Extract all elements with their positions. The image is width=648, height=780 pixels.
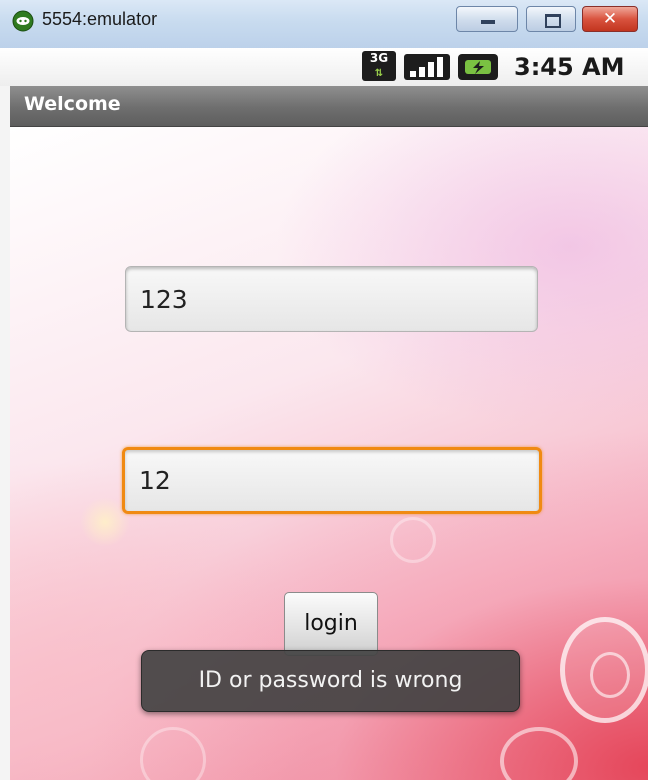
emulator-window-titlebar: 5554:emulator ✕ [0,0,648,49]
android-status-bar: 3G ⇅ 3:45 AM [0,48,648,86]
status-time: 3:45 AM [514,53,625,81]
app-title-bar: Welcome [10,86,648,127]
minimize-button[interactable] [456,6,518,32]
password-input[interactable] [122,447,542,514]
signal-strength-icon [404,54,450,80]
background-bokeh [500,727,578,780]
minimize-icon [481,20,495,24]
login-button[interactable]: login [284,592,378,656]
battery-icon [458,54,498,80]
android-emulator-icon [12,10,34,32]
error-toast: ID or password is wrong [141,650,520,712]
close-icon: ✕ [602,9,618,29]
background-bokeh [390,517,436,563]
window-title: 5554:emulator [42,9,158,29]
maximize-icon [545,14,561,28]
id-input[interactable] [125,266,538,332]
background-bokeh [140,727,206,780]
network-type-label: 3G [369,51,389,65]
app-title: Welcome [24,93,121,115]
maximize-button[interactable] [526,6,576,32]
network-3g-icon: 3G ⇅ [362,51,396,81]
emulator-frame-edge [0,86,10,780]
close-button[interactable]: ✕ [582,6,638,32]
background-bokeh [590,652,630,698]
